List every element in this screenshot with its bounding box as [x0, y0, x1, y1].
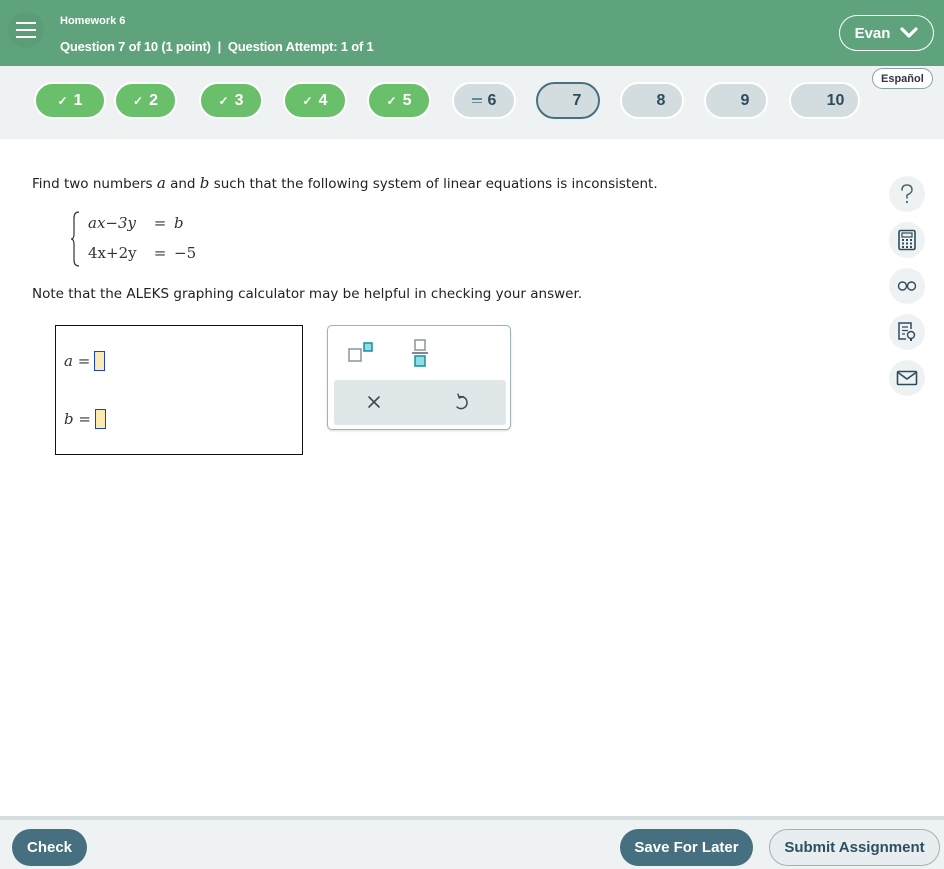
question-number: 5	[402, 91, 412, 109]
question-number: 9	[740, 91, 750, 109]
fraction-button[interactable]	[408, 338, 432, 368]
prompt-text: such that the following system of linear…	[209, 176, 658, 192]
prompt-text: and	[165, 176, 200, 192]
equation-row: 4x+2y = −5	[88, 244, 196, 262]
question-number: 7	[572, 91, 582, 109]
check-icon: ✓	[133, 93, 144, 108]
question-number: 2	[149, 91, 158, 109]
user-name: Evan	[854, 24, 891, 42]
fraction-icon	[412, 339, 428, 367]
check-icon: ✓	[302, 93, 313, 108]
equals-sign: =	[153, 214, 167, 232]
variable-b: b	[199, 174, 210, 192]
equation-lhs: ax−3y	[88, 214, 136, 232]
undo-icon	[456, 393, 468, 410]
question-nav-3[interactable]: ✓ 3	[199, 82, 263, 119]
prompt-text: Find two numbers	[32, 176, 157, 192]
question-nav-6[interactable]: 6	[452, 82, 516, 119]
question-nav-2[interactable]: ✓ 2	[114, 82, 177, 119]
hint-icon	[898, 322, 916, 341]
undo-button[interactable]	[452, 391, 472, 413]
help-icon	[901, 184, 913, 204]
question-number: 6	[487, 91, 497, 109]
answer-label: a =	[64, 352, 91, 370]
equation-row: ax−3y = b	[88, 214, 184, 232]
question-number: 10	[826, 91, 845, 109]
calculator-button[interactable]	[889, 222, 925, 258]
check-icon: ✓	[386, 93, 397, 108]
language-toggle-button[interactable]: Español	[872, 68, 933, 89]
lines-icon	[471, 98, 482, 103]
question-number: 8	[656, 91, 666, 109]
hint-button[interactable]	[889, 314, 925, 350]
question-nav-8[interactable]: 8	[620, 82, 684, 119]
message-instructor-button[interactable]	[889, 360, 925, 396]
reading-glasses-button[interactable]	[889, 268, 925, 304]
close-icon	[368, 396, 380, 408]
check-icon: ✓	[218, 93, 229, 108]
glasses-icon	[897, 281, 917, 291]
question-nav-7[interactable]: 7	[536, 82, 600, 119]
question-info: Question 7 of 10 (1 point) | Question At…	[60, 39, 374, 54]
equation-rhs: −5	[174, 244, 197, 262]
answer-label: b =	[64, 410, 91, 428]
hamburger-icon[interactable]	[8, 12, 44, 48]
question-nav-1[interactable]: ✓ 1	[34, 82, 106, 119]
equation-lhs: 4x+2y	[88, 244, 137, 262]
superscript-button[interactable]	[346, 340, 376, 366]
superscript-icon	[348, 342, 373, 362]
check-button[interactable]: Check	[12, 829, 87, 866]
calculator-icon	[898, 229, 916, 251]
question-number: 4	[318, 91, 328, 109]
variable-a: a	[156, 174, 166, 192]
palette-actions	[334, 380, 506, 425]
question-nav-9[interactable]: 9	[704, 82, 768, 119]
mail-icon	[896, 370, 918, 386]
chevron-down-icon	[900, 27, 919, 38]
question-nav-4[interactable]: ✓ 4	[283, 82, 347, 119]
question-prompt: Find two numbers a and b such that the f…	[32, 174, 658, 192]
answer-input-a[interactable]	[94, 351, 106, 371]
check-icon: ✓	[57, 93, 68, 108]
question-nav-5[interactable]: ✓ 5	[367, 82, 431, 119]
equals-sign: =	[153, 244, 167, 262]
clear-button[interactable]	[364, 392, 384, 412]
answer-area: a = b =	[55, 325, 303, 455]
left-brace	[70, 211, 80, 267]
help-button[interactable]	[889, 176, 925, 212]
answer-input-b[interactable]	[94, 409, 106, 429]
assignment-title: Homework 6	[60, 15, 126, 27]
question-number: 1	[73, 91, 83, 109]
answer-row-a: a =	[64, 351, 106, 371]
question-nav-10[interactable]: 10	[789, 82, 860, 119]
save-for-later-button[interactable]: Save For Later	[620, 829, 753, 866]
top-header: Homework 6 Question 7 of 10 (1 point) | …	[0, 0, 944, 66]
submit-assignment-button[interactable]: Submit Assignment	[769, 829, 940, 866]
user-menu-button[interactable]: Evan	[839, 15, 934, 51]
equation-rhs: b	[174, 214, 184, 232]
answer-row-b: b =	[64, 409, 106, 429]
math-palette	[327, 325, 511, 430]
question-number: 3	[234, 91, 244, 109]
calculator-note: Note that the ALEKS graphing calculator …	[32, 286, 583, 302]
